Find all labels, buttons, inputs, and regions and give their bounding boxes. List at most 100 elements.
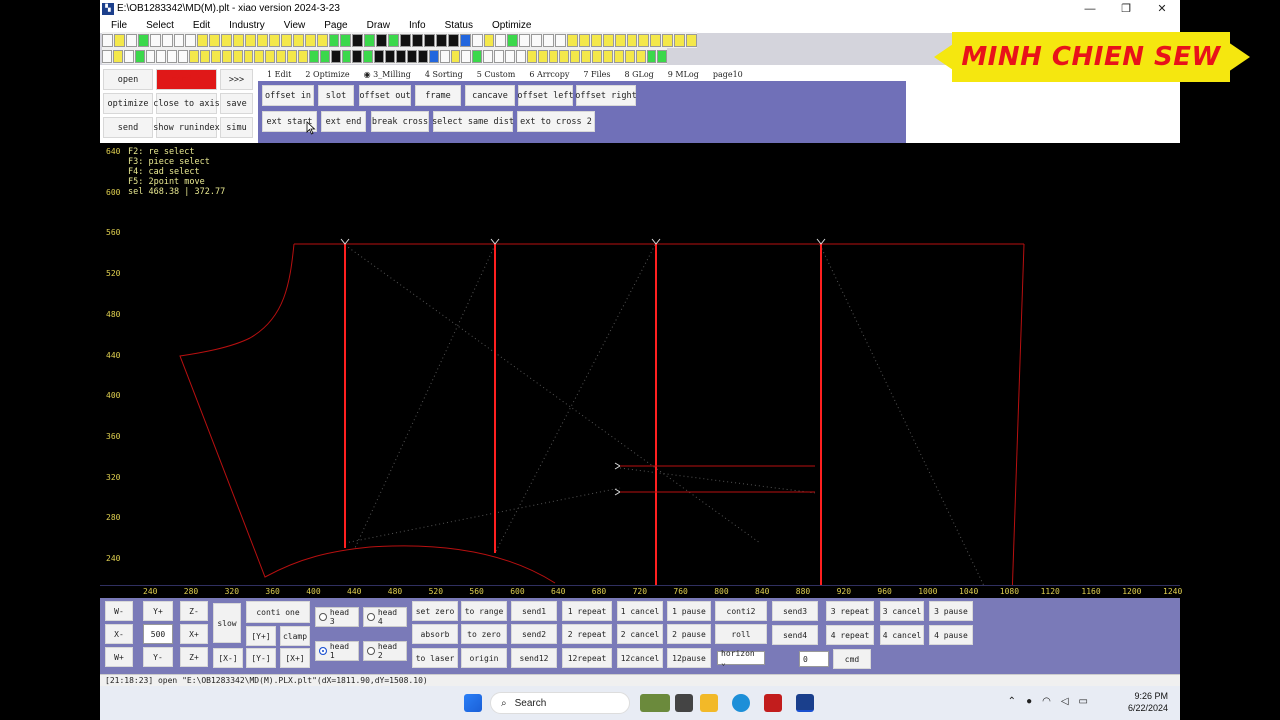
show-runindex-button[interactable]: show runindex — [153, 117, 220, 138]
offset-right-button[interactable]: offset right — [575, 85, 637, 106]
toolbar1-tool-icon[interactable] — [328, 33, 340, 47]
toolbar2-tool-icon[interactable] — [504, 49, 515, 63]
menu-file[interactable]: File — [100, 20, 127, 31]
toolbar1-tool-icon[interactable] — [459, 33, 471, 47]
toolbar1-tool-icon[interactable] — [388, 33, 400, 47]
offset-left-button[interactable]: offset left — [517, 85, 574, 106]
toolbar1-tool-icon[interactable] — [221, 33, 233, 47]
toolbar2-tool-icon[interactable] — [450, 49, 461, 63]
microphone-icon[interactable]: ● — [1026, 696, 1032, 707]
pause12-button[interactable]: 12pause — [667, 648, 711, 668]
maximize-icon[interactable]: ❐ — [1108, 0, 1144, 17]
frame-button[interactable]: frame — [415, 85, 461, 106]
toolbar2-tool-icon[interactable] — [624, 49, 635, 63]
cancel4-button[interactable]: 4 cancel — [880, 625, 924, 645]
toolbar1-tool-icon[interactable] — [304, 33, 316, 47]
tab-arrcopy[interactable]: 6 Arrcopy — [520, 68, 574, 81]
repeat12-button[interactable]: 12repeat — [562, 648, 612, 668]
menu-edit[interactable]: Edit — [182, 20, 210, 31]
speaker-icon[interactable]: ◁ — [1061, 696, 1069, 707]
toolbar1-tool-icon[interactable] — [555, 33, 566, 47]
toolbar1-tool-icon[interactable] — [125, 33, 137, 47]
cmd-button[interactable]: cmd — [833, 649, 871, 669]
toolbar2-tool-icon[interactable] — [548, 49, 559, 63]
y-minus-bracket-button[interactable]: [Y-] — [246, 648, 276, 668]
config-button[interactable]: config — [156, 69, 217, 90]
x-plus-button[interactable]: X+ — [180, 624, 208, 644]
to-laser-button[interactable]: to laser — [412, 648, 458, 668]
send-button[interactable]: send — [103, 117, 153, 138]
toolbar2-tool-icon[interactable] — [167, 49, 178, 63]
head2-radio[interactable]: head 2 — [363, 641, 407, 661]
toolbar2-tool-icon[interactable] — [210, 49, 221, 63]
toolbar1-tool-icon[interactable] — [471, 33, 483, 47]
toolbar2-tool-icon[interactable] — [515, 49, 526, 63]
toolbar2-tool-icon[interactable] — [102, 49, 112, 63]
pause2-button[interactable]: 2 pause — [667, 624, 711, 644]
head4-radio[interactable]: head 4 — [363, 607, 407, 627]
toolbar2-tool-icon[interactable] — [221, 49, 232, 63]
toolbar2-tool-icon[interactable] — [559, 49, 570, 63]
toolbar1-tool-icon[interactable] — [686, 33, 698, 47]
offset-out-button[interactable]: offset out — [359, 85, 411, 106]
break-cross-button[interactable]: break cross — [371, 111, 429, 132]
menu-industry[interactable]: Industry — [218, 20, 265, 31]
head1-radio[interactable]: head 1 — [315, 641, 359, 661]
tab-page10[interactable]: page10 — [704, 68, 748, 81]
toolbar1-tool-icon[interactable] — [435, 33, 447, 47]
x-minus-button[interactable]: X- — [105, 624, 133, 644]
toolbar1-tool-icon[interactable] — [543, 33, 555, 47]
toolbar1-tool-icon[interactable] — [209, 33, 221, 47]
menu-draw[interactable]: Draw — [356, 20, 390, 31]
tab-mlog[interactable]: 9 MLog — [659, 68, 704, 81]
toolbar1-tool-icon[interactable] — [662, 33, 674, 47]
edge-browser-icon[interactable] — [732, 694, 750, 712]
toolbar2-tool-icon[interactable] — [602, 49, 613, 63]
toolbar2-tool-icon[interactable] — [363, 49, 374, 63]
toolbar1-tool-icon[interactable] — [233, 33, 245, 47]
tab-glog[interactable]: 8 GLog — [615, 68, 658, 81]
toolbar2-tool-icon[interactable] — [254, 49, 265, 63]
menu-page[interactable]: Page — [313, 20, 347, 31]
toolbar2-tool-icon[interactable] — [439, 49, 450, 63]
menu-optimize[interactable]: Optimize — [481, 20, 531, 31]
repeat1-button[interactable]: 1 repeat — [562, 601, 612, 621]
toolbar1-tool-icon[interactable] — [364, 33, 376, 47]
toolbar2-tool-icon[interactable] — [396, 49, 406, 63]
w-plus-button[interactable]: W+ — [105, 647, 133, 667]
file-explorer-icon[interactable] — [700, 694, 718, 712]
pause1-button[interactable]: 1 pause — [667, 601, 711, 621]
z-plus-button[interactable]: Z+ — [180, 647, 208, 667]
toolbar2-tool-icon[interactable] — [265, 49, 276, 63]
toolbar2-tool-icon[interactable] — [341, 49, 352, 63]
y-plus-bracket-button[interactable]: [Y+] — [246, 626, 276, 646]
send1-button[interactable]: send1 — [511, 601, 557, 621]
repeat4-button[interactable]: 4 repeat — [826, 625, 874, 645]
x-plus-bracket-button[interactable]: [X+] — [280, 648, 310, 668]
toolbar1-tool-icon[interactable] — [113, 33, 125, 47]
toolbar1-tool-icon[interactable] — [102, 33, 113, 47]
toolbar1-tool-icon[interactable] — [149, 33, 161, 47]
toolbar1-tool-icon[interactable] — [185, 33, 197, 47]
toolbar1-tool-icon[interactable] — [256, 33, 268, 47]
ext-end-button[interactable]: ext end — [321, 111, 366, 132]
toolbar1-tool-icon[interactable] — [483, 33, 495, 47]
toolbar1-tool-icon[interactable] — [137, 33, 149, 47]
optimize-button[interactable]: optimize — [103, 93, 153, 114]
toolbar2-tool-icon[interactable] — [374, 49, 385, 63]
toolbar2-tool-icon[interactable] — [570, 49, 581, 63]
toolbar1-tool-icon[interactable] — [638, 33, 650, 47]
close-icon[interactable]: ✕ — [1144, 0, 1180, 17]
menu-view[interactable]: View — [273, 20, 306, 31]
repeat2-button[interactable]: 2 repeat — [562, 624, 612, 644]
toolbar2-tool-icon[interactable] — [287, 49, 298, 63]
toolbar1-tool-icon[interactable] — [626, 33, 638, 47]
cancel12-button[interactable]: 12cancel — [617, 648, 663, 668]
head3-radio[interactable]: head 3 — [315, 607, 359, 627]
minimize-icon[interactable]: — — [1072, 0, 1108, 17]
send12-button[interactable]: send12 — [511, 648, 557, 668]
wifi-icon[interactable]: ◠ — [1042, 696, 1051, 707]
toolbar2-tool-icon[interactable] — [156, 49, 167, 63]
battery-icon[interactable]: ▭ — [1079, 696, 1088, 707]
toolbar2-tool-icon[interactable] — [276, 49, 287, 63]
